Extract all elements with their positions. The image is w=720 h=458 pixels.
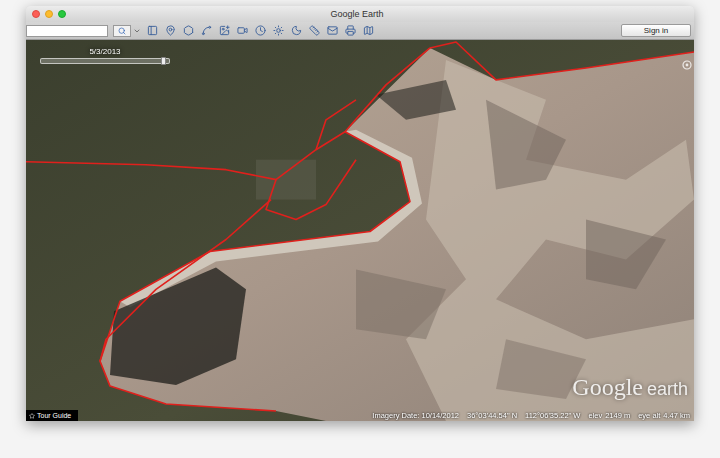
- compass-icon[interactable]: [682, 60, 692, 70]
- google-maps-icon: [363, 25, 374, 36]
- tool-button[interactable]: [325, 24, 339, 37]
- zoom-button[interactable]: [58, 10, 66, 18]
- ruler-icon: [309, 25, 320, 36]
- tool-button[interactable]: [289, 24, 303, 37]
- tool-button[interactable]: [235, 24, 249, 37]
- star-icon: [29, 413, 35, 419]
- sky-icon: [291, 25, 302, 36]
- path-icon: [201, 25, 212, 36]
- tool-button[interactable]: [163, 24, 177, 37]
- tool-button[interactable]: [253, 24, 267, 37]
- elevation-label: elev: [588, 412, 602, 420]
- latitude: 36°03'44.54" N: [467, 412, 517, 420]
- image-overlay-icon: [219, 25, 230, 36]
- status-info: Imagery Date: 10/14/2012 36°03'44.54" N 11…: [372, 412, 694, 420]
- tool-button[interactable]: [361, 24, 375, 37]
- close-button[interactable]: [32, 10, 40, 18]
- tool-button[interactable]: [181, 24, 195, 37]
- eye-altitude: eye alt4.47 km: [638, 412, 690, 420]
- toolbar: Sign in: [26, 22, 694, 40]
- tool-button[interactable]: [271, 24, 285, 37]
- search-field[interactable]: [26, 25, 108, 37]
- time-slider-track[interactable]: [40, 58, 170, 64]
- imagery-date: Imagery Date: 10/14/2012: [372, 412, 459, 420]
- tool-button[interactable]: [199, 24, 213, 37]
- record-tour-icon: [237, 25, 248, 36]
- tool-button[interactable]: [145, 24, 159, 37]
- eye-altitude-value: 4.47 km: [663, 412, 690, 420]
- tour-guide-button[interactable]: Tour Guide: [26, 410, 78, 421]
- longitude: 112°06'35.22" W: [525, 412, 580, 420]
- search-button[interactable]: [113, 25, 131, 37]
- elevation: elev2149 m: [588, 412, 630, 420]
- terrain-imagery[interactable]: [26, 40, 694, 421]
- logo-brand: Google: [572, 375, 643, 399]
- magnifier-icon: [118, 27, 126, 35]
- google-earth-logo: Googleearth: [572, 375, 688, 399]
- status-bar: Tour Guide Imagery Date: 10/14/2012 36°03'…: [26, 410, 694, 421]
- time-slider-thumb[interactable]: [161, 57, 166, 65]
- map-view[interactable]: 5/3/2013 Googleearth Tour Guide Imagery Dat…: [26, 40, 694, 421]
- placemark-icon: [165, 25, 176, 36]
- sunlight-icon: [273, 25, 284, 36]
- polygon-icon: [183, 25, 194, 36]
- tool-buttons: [145, 24, 375, 37]
- tool-button[interactable]: [217, 24, 231, 37]
- sidebar-icon: [147, 25, 158, 36]
- title-bar: Google Earth: [26, 6, 694, 22]
- time-slider[interactable]: 5/3/2013: [40, 48, 170, 64]
- window-controls: [32, 10, 66, 18]
- app-window: Google Earth Sign in 5/3/2013 Googleearth To…: [26, 6, 694, 421]
- search-controls: [113, 25, 141, 37]
- window-title: Google Earth: [66, 10, 688, 19]
- historical-imagery-icon: [255, 25, 266, 36]
- print-icon: [345, 25, 356, 36]
- tool-button[interactable]: [343, 24, 357, 37]
- email-icon: [327, 25, 338, 36]
- logo-product: earth: [647, 380, 688, 398]
- tour-guide-label: Tour Guide: [37, 412, 71, 419]
- dropdown-icon[interactable]: [133, 27, 141, 35]
- tool-button[interactable]: [307, 24, 321, 37]
- eye-altitude-label: eye alt: [638, 412, 660, 420]
- sign-in-button[interactable]: Sign in: [621, 24, 691, 37]
- screen: Google Earth Sign in 5/3/2013 Googleearth To…: [0, 0, 720, 458]
- minimize-button[interactable]: [45, 10, 53, 18]
- elevation-value: 2149 m: [605, 412, 630, 420]
- time-slider-date: 5/3/2013: [89, 48, 120, 56]
